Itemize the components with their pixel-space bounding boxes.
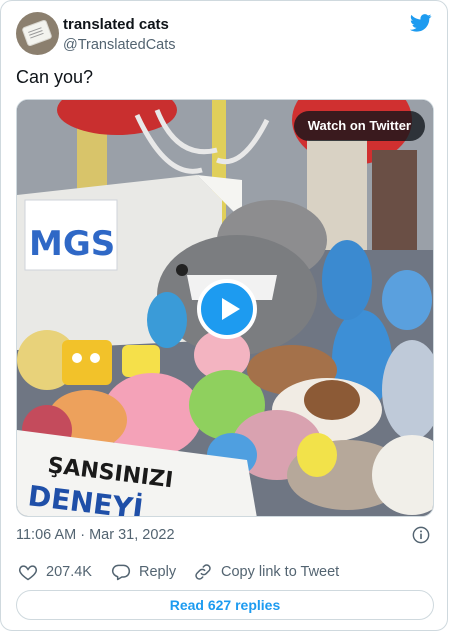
copy-link-button[interactable]: Copy link to Tweet (193, 561, 339, 583)
info-icon[interactable] (412, 526, 430, 544)
heart-icon (18, 565, 38, 581)
like-button[interactable]: 207.4K (18, 561, 92, 583)
video-player[interactable]: MGS ŞANSINIZI DENEYİ Watch on Twitter (16, 99, 434, 517)
author-info[interactable]: translated cats @TranslatedCats (63, 15, 176, 55)
tweet-actions: 207.4K Reply Copy link to Tweet (16, 561, 432, 583)
reply-button[interactable]: Reply (111, 561, 176, 583)
twitter-bird-icon[interactable] (410, 14, 432, 32)
tweet-text: Can you? (16, 67, 94, 87)
play-button[interactable] (197, 279, 257, 339)
tweet-card: translated cats @TranslatedCats Can you?… (0, 0, 448, 631)
reply-label: Reply (139, 564, 177, 580)
copy-link-label: Copy link to Tweet (221, 564, 340, 580)
timestamp[interactable]: 11:06 AM · Mar 31, 2022 (16, 527, 175, 543)
avatar[interactable] (16, 12, 59, 55)
tweet-meta: 11:06 AM · Mar 31, 2022 (16, 525, 432, 545)
like-count: 207.4K (46, 564, 92, 580)
reply-icon (111, 564, 131, 581)
display-name[interactable]: translated cats (63, 15, 176, 35)
link-icon (195, 564, 211, 580)
handle[interactable]: @TranslatedCats (63, 35, 176, 55)
watch-on-twitter-button[interactable]: Watch on Twitter (293, 111, 425, 141)
mgs-sign: MGS (29, 224, 115, 264)
play-icon (222, 298, 240, 320)
tweet-header: translated cats @TranslatedCats (16, 12, 432, 56)
read-replies-button[interactable]: Read 627 replies (16, 590, 434, 620)
